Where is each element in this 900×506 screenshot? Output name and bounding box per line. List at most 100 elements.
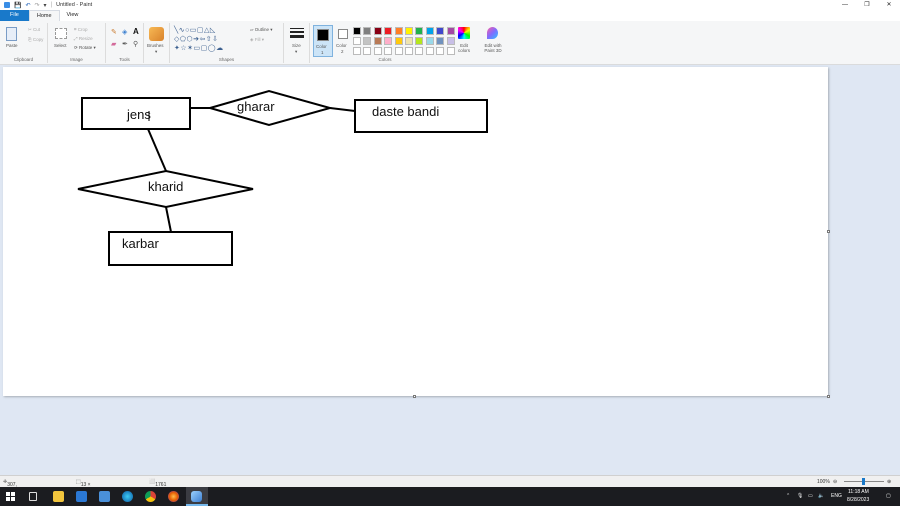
select-button[interactable]: Select bbox=[54, 43, 67, 48]
palette-swatch[interactable] bbox=[436, 47, 445, 55]
brushes-button[interactable]: Brushes bbox=[147, 43, 164, 48]
edit-colors-icon[interactable] bbox=[458, 27, 470, 39]
palette-swatch[interactable] bbox=[384, 37, 393, 45]
zoom-out-button[interactable]: ⊖ bbox=[833, 479, 837, 485]
size-button[interactable]: Size bbox=[292, 43, 301, 48]
zoom-in-button[interactable]: ⊕ bbox=[887, 479, 891, 485]
rotate-button[interactable]: ⟳ Rotate ▾ bbox=[74, 45, 96, 51]
zoom-slider-thumb[interactable] bbox=[862, 478, 865, 485]
network-icon[interactable]: ▭ bbox=[808, 493, 813, 499]
palette-swatch[interactable] bbox=[446, 27, 455, 35]
palette-swatch[interactable] bbox=[415, 27, 424, 35]
palette-swatch[interactable] bbox=[405, 47, 413, 55]
canvas-resize-handle-corner[interactable] bbox=[827, 395, 830, 398]
fill-bucket-icon[interactable]: ◈ bbox=[122, 28, 127, 36]
language-indicator[interactable]: ENG bbox=[831, 493, 842, 499]
brushes-dropdown-icon[interactable]: ▾ bbox=[155, 49, 157, 55]
canvas-resize-handle-right[interactable] bbox=[827, 230, 830, 233]
menu-tabs: File Home View bbox=[0, 10, 900, 21]
eraser-icon[interactable]: ▰ bbox=[111, 40, 116, 48]
color-picker-icon[interactable]: ✒ bbox=[122, 40, 128, 48]
outline-button[interactable]: ▱ Outline ▾ bbox=[250, 27, 273, 33]
color2-swatch bbox=[338, 29, 348, 39]
palette-swatch[interactable] bbox=[405, 27, 413, 35]
edit-colors-button[interactable]: Edit colors bbox=[456, 43, 472, 53]
palette-swatch[interactable] bbox=[436, 37, 445, 45]
maximize-button[interactable]: ❐ bbox=[856, 0, 878, 10]
palette-swatch[interactable] bbox=[394, 37, 403, 45]
notification-icon[interactable]: ▢ bbox=[886, 493, 891, 499]
resize-button[interactable]: ⤢ Resize bbox=[74, 36, 93, 41]
color2-button[interactable]: Color 2 bbox=[335, 25, 353, 57]
clock-date[interactable]: 8/28/2023 bbox=[847, 497, 869, 503]
paint3d-icon[interactable] bbox=[487, 27, 498, 39]
color1-button[interactable]: Color 1 bbox=[313, 25, 333, 57]
palette-swatch[interactable] bbox=[373, 47, 382, 55]
palette-swatch[interactable] bbox=[415, 37, 424, 45]
palette-swatch[interactable] bbox=[394, 27, 403, 35]
palette-swatch[interactable] bbox=[363, 27, 372, 35]
palette-swatch[interactable] bbox=[446, 47, 455, 55]
mail-icon[interactable] bbox=[99, 491, 110, 502]
palette-swatch[interactable] bbox=[425, 37, 434, 45]
tray-chevron-icon[interactable]: ⌃ bbox=[786, 493, 790, 499]
chrome-icon[interactable] bbox=[145, 491, 156, 502]
pencil-icon[interactable]: ✎ bbox=[111, 28, 117, 36]
customize-toolbar-icon[interactable]: ▾ bbox=[44, 2, 47, 9]
palette-swatch[interactable] bbox=[415, 47, 424, 55]
palette-swatch[interactable] bbox=[384, 47, 393, 55]
palette-swatch[interactable] bbox=[425, 27, 434, 35]
firefox-icon[interactable] bbox=[168, 491, 179, 502]
zoom-slider[interactable] bbox=[844, 478, 884, 485]
color-palette bbox=[353, 27, 457, 57]
windows-start-icon[interactable] bbox=[6, 492, 15, 501]
volume-icon[interactable]: 🔈 bbox=[818, 493, 824, 499]
edge-icon[interactable] bbox=[122, 491, 133, 502]
taskbar: ⌃ 🎙 ▭ 🔈 ENG 11:18 AM 8/28/2023 ▢ bbox=[0, 487, 900, 506]
palette-swatch[interactable] bbox=[446, 37, 455, 45]
crop-button[interactable]: ⌗ Crop bbox=[74, 27, 88, 32]
file-explorer-icon[interactable] bbox=[53, 491, 64, 502]
colors-group: Color 1 Color 2 Edit colors Edit with Pa… bbox=[310, 23, 508, 63]
tab-view[interactable]: View bbox=[60, 10, 86, 21]
copy-button[interactable]: ⎘ Copy bbox=[28, 37, 43, 42]
paste-button[interactable]: Paste bbox=[6, 43, 18, 48]
palette-swatch[interactable] bbox=[425, 47, 434, 55]
paint-taskbar-button[interactable] bbox=[186, 487, 208, 506]
clock-time[interactable]: 11:18 AM bbox=[848, 489, 869, 495]
fill-button[interactable]: ◈ Fill ▾ bbox=[250, 37, 264, 43]
save-icon[interactable]: 💾 bbox=[14, 2, 21, 9]
magnifier-icon[interactable]: ⚲ bbox=[133, 40, 138, 48]
size-icon[interactable] bbox=[290, 28, 304, 38]
tab-file[interactable]: File bbox=[0, 10, 29, 21]
palette-swatch[interactable] bbox=[363, 47, 372, 55]
size-dropdown-icon[interactable]: ▾ bbox=[295, 49, 297, 55]
palette-swatch[interactable] bbox=[394, 47, 403, 55]
store-icon[interactable] bbox=[76, 491, 87, 502]
select-icon[interactable] bbox=[55, 28, 67, 39]
text-tool-icon[interactable]: A bbox=[133, 27, 139, 36]
palette-swatch[interactable] bbox=[373, 27, 382, 35]
palette-swatch[interactable] bbox=[353, 47, 361, 55]
brush-icon[interactable] bbox=[149, 27, 164, 41]
palette-swatch[interactable] bbox=[384, 27, 393, 35]
minimize-button[interactable]: — bbox=[834, 0, 856, 10]
canvas-resize-handle-bottom[interactable] bbox=[413, 395, 416, 398]
microphone-icon[interactable]: 🎙 bbox=[797, 493, 803, 499]
palette-swatch[interactable] bbox=[405, 37, 413, 45]
paste-icon[interactable] bbox=[6, 27, 17, 41]
palette-swatch[interactable] bbox=[353, 37, 361, 45]
undo-icon[interactable]: ↶ bbox=[25, 2, 30, 9]
tab-home[interactable]: Home bbox=[28, 10, 60, 21]
palette-swatch[interactable] bbox=[373, 37, 382, 45]
edit-with-paint3d-button[interactable]: Edit with Paint 3D bbox=[480, 43, 506, 53]
redo-icon[interactable]: ↷ bbox=[35, 2, 40, 9]
palette-swatch[interactable] bbox=[436, 27, 445, 35]
palette-swatch[interactable] bbox=[353, 27, 361, 35]
cut-button[interactable]: ✂ Cut bbox=[28, 27, 40, 33]
task-view-icon[interactable] bbox=[29, 492, 37, 501]
close-button[interactable]: ✕ bbox=[878, 0, 900, 10]
palette-swatch[interactable] bbox=[363, 37, 372, 45]
drawing-canvas[interactable]: jens gharar daste bandi kharid karbar bbox=[3, 67, 828, 396]
shapes-gallery[interactable]: ╲∿○▭▢△◺ ◇⬠⬡➔⇦⇧⇩ ✦☆✶▭▢◯☁ bbox=[174, 26, 246, 54]
